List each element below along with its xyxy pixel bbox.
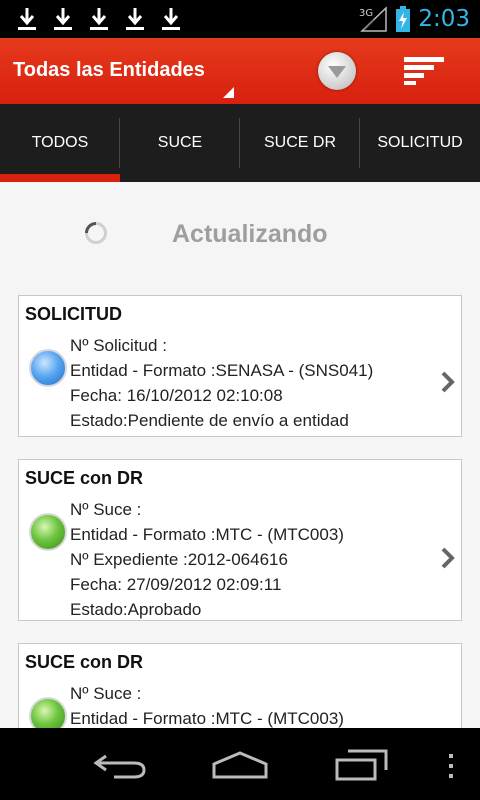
list-item[interactable]: SUCE con DR Nº Suce : Entidad - Formato … xyxy=(18,643,462,728)
pull-to-refresh-header: Actualizando xyxy=(0,182,480,294)
dropdown-circle-button[interactable] xyxy=(318,52,356,90)
status-green-icon xyxy=(29,697,67,728)
battery-charging-icon xyxy=(396,6,411,32)
clock: 2:03 xyxy=(418,6,470,32)
sort-filter-icon[interactable] xyxy=(404,57,448,85)
card-line: Nº Solicitud : xyxy=(70,336,167,355)
tab-todos[interactable]: TODOS xyxy=(0,104,120,182)
card-line: Estado:Pendiente de envío a entidad xyxy=(70,411,349,430)
list-item[interactable]: SUCE con DR Nº Suce : Entidad - Formato … xyxy=(18,459,462,621)
loading-spinner-icon xyxy=(85,222,107,244)
card-line: Nº Expediente :2012-064616 xyxy=(70,550,288,569)
chevron-right-icon xyxy=(441,371,455,393)
back-button[interactable] xyxy=(92,750,148,780)
card-line: Entidad - Formato :MTC - (MTC003) xyxy=(70,709,344,728)
download-icon xyxy=(126,8,144,30)
tab-suce[interactable]: SUCE xyxy=(120,104,240,182)
download-icon xyxy=(54,8,72,30)
refresh-status-text: Actualizando xyxy=(172,220,328,248)
overflow-menu-icon[interactable] xyxy=(446,752,456,780)
chevron-right-icon xyxy=(441,547,455,569)
card-line: Nº Suce : xyxy=(70,500,142,519)
selected-tab-indicator xyxy=(0,174,120,182)
card-line: Fecha: 16/10/2012 02:10:08 xyxy=(70,386,283,405)
card-line: Entidad - Formato :SENASA - (SNS041) xyxy=(70,361,374,380)
entity-spinner-title[interactable]: Todas las Entidades xyxy=(13,59,205,82)
recent-apps-button[interactable] xyxy=(334,748,390,782)
status-bar: 3G 2:03 xyxy=(0,0,480,38)
home-button[interactable] xyxy=(211,750,269,780)
list-item[interactable]: SOLICITUD Nº Solicitud : Entidad - Forma… xyxy=(18,295,462,437)
status-blue-icon xyxy=(29,349,67,387)
download-icon xyxy=(18,8,36,30)
card-line: Entidad - Formato :MTC - (MTC003) xyxy=(70,525,344,544)
status-green-icon xyxy=(29,513,67,551)
navigation-bar xyxy=(0,728,480,800)
card-title: SUCE con DR xyxy=(25,468,144,488)
triangle-down-icon xyxy=(328,66,346,78)
card-title: SUCE con DR xyxy=(25,652,144,672)
tab-bar: TODOS SUCE SUCE DR SOLICITUD xyxy=(0,104,480,182)
spinner-indicator-icon xyxy=(223,87,234,98)
card-line: Fecha: 27/09/2012 02:09:11 xyxy=(70,575,282,594)
card-title: SOLICITUD xyxy=(25,304,122,324)
action-bar: Todas las Entidades xyxy=(0,38,480,104)
download-icon xyxy=(90,8,108,30)
signal-icon: 3G xyxy=(359,6,388,32)
entries-list[interactable]: Actualizando SOLICITUD Nº Solicitud : En… xyxy=(0,182,480,728)
tab-solicitud[interactable]: SOLICITUD xyxy=(360,104,480,182)
network-type: 3G xyxy=(359,8,373,19)
card-line: Nº Suce : xyxy=(70,684,142,703)
card-line: Estado:Aprobado xyxy=(70,600,202,619)
tab-suce-dr[interactable]: SUCE DR xyxy=(240,104,360,182)
download-icon xyxy=(162,8,180,30)
